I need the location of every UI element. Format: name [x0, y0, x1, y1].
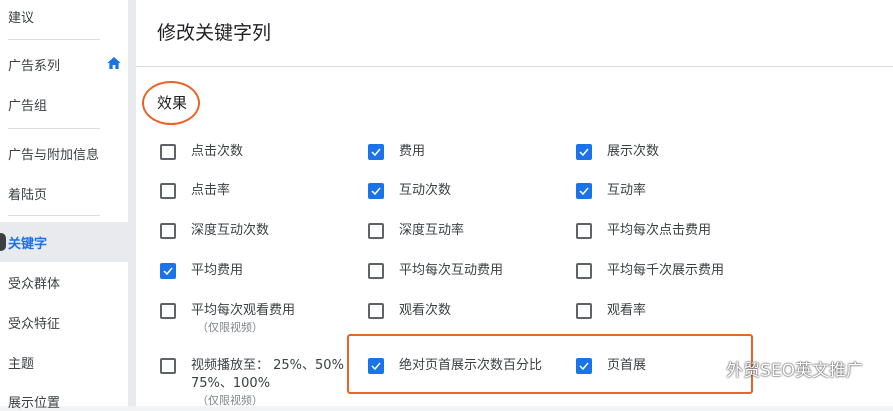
option-label: 点击率: [191, 183, 231, 198]
sidebar-item-demographics[interactable]: 受众特征: [8, 313, 60, 332]
sidebar: 建议 广告系列 广告组 广告与附加信息 着陆页 关键字 受众群体 受众特征 主题…: [0, 0, 129, 411]
option-label: 费用: [399, 144, 426, 159]
option-label: 深度互动率: [399, 223, 465, 238]
section-title: 效果: [157, 94, 188, 112]
checkbox[interactable]: [368, 303, 384, 319]
option-label: 平均费用: [191, 263, 244, 278]
sidebar-item-keywords[interactable]: 关键字: [8, 233, 47, 252]
checkbox[interactable]: [160, 144, 176, 160]
checkbox[interactable]: [160, 303, 176, 319]
option-interactions[interactable]: 互动次数: [368, 183, 451, 200]
option-avg-cpv[interactable]: 平均每次观看费用 （仅限视频）: [160, 303, 295, 335]
wechat-icon: [698, 359, 722, 378]
checkbox-checked[interactable]: [576, 183, 592, 199]
sidebar-item-campaigns[interactable]: 广告系列: [8, 55, 60, 74]
option-ctr[interactable]: 点击率: [160, 183, 230, 200]
option-avg-cpe[interactable]: 平均每次互动费用: [368, 263, 503, 280]
option-label: 页首展: [607, 358, 647, 373]
check-icon: [579, 187, 589, 196]
option-clicks[interactable]: 点击次数: [160, 144, 243, 161]
check-icon: [371, 148, 381, 157]
checkbox-checked[interactable]: [576, 144, 592, 160]
check-icon: [371, 187, 381, 196]
option-engagement-rate[interactable]: 深度互动率: [368, 223, 464, 240]
option-views[interactable]: 观看次数: [368, 303, 451, 320]
option-label: 平均每次点击费用: [607, 223, 712, 238]
option-impressions[interactable]: 展示次数: [576, 144, 659, 161]
check-icon: [579, 148, 589, 157]
sidebar-item-ad-groups[interactable]: 广告组: [8, 95, 47, 114]
home-icon[interactable]: [106, 55, 122, 71]
sidebar-divider: [8, 128, 100, 129]
checkbox[interactable]: [160, 358, 176, 374]
sidebar-divider: [8, 39, 100, 40]
option-label: 平均每次观看费用 （仅限视频）: [191, 302, 295, 335]
option-video-played-to[interactable]: 视频播放至： 25%、50% 75%、100% （仅限视频）: [160, 358, 344, 408]
checkbox[interactable]: [160, 223, 176, 239]
check-icon: [163, 267, 173, 276]
option-label: 观看率: [607, 303, 647, 318]
option-label: 平均每千次展示费用: [607, 263, 725, 278]
option-label-text-line2: 75%、100%: [191, 376, 271, 391]
checkbox[interactable]: [368, 223, 384, 239]
option-label: 互动次数: [399, 183, 452, 198]
edit-columns-panel: 修改关键字列 效果 点击次数 费用 展示次数 点击率 互动次数 互动率 深度互动…: [136, 0, 893, 408]
check-icon: [371, 362, 381, 371]
checkbox-checked[interactable]: [160, 263, 176, 279]
option-sublabel: （仅限视频）: [197, 321, 263, 334]
sidebar-item-landing-pages[interactable]: 着陆页: [8, 184, 47, 203]
checkbox[interactable]: [576, 263, 592, 279]
panel-gutter: [128, 0, 136, 406]
option-cost[interactable]: 费用: [368, 144, 425, 161]
option-abs-top-impression-pct[interactable]: 绝对页首展示次数百分比: [368, 358, 542, 375]
option-label: 观看次数: [399, 303, 452, 318]
checkbox[interactable]: [160, 183, 176, 199]
panel-title: 修改关键字列: [157, 22, 272, 44]
watermark-text: 外贸SEO英文推广: [726, 361, 863, 381]
sidebar-item-topics[interactable]: 主题: [8, 353, 34, 372]
checkbox-checked[interactable]: [368, 183, 384, 199]
option-top-impression-pct[interactable]: 页首展: [576, 358, 646, 375]
sidebar-item-audiences[interactable]: 受众群体: [8, 273, 60, 292]
option-engagements[interactable]: 深度互动次数: [160, 223, 269, 240]
option-label: 平均每次互动费用: [399, 263, 504, 278]
option-label-text: 视频播放至： 25%、50%: [191, 358, 344, 373]
checkbox[interactable]: [576, 223, 592, 239]
sidebar-item-ads-extensions[interactable]: 广告与附加信息: [8, 144, 99, 163]
checkbox[interactable]: [368, 263, 384, 279]
option-label: 绝对页首展示次数百分比: [399, 358, 543, 373]
checkbox[interactable]: [576, 303, 592, 319]
checkbox-checked[interactable]: [368, 358, 384, 374]
option-avg-cpc[interactable]: 平均每次点击费用: [576, 223, 711, 240]
check-icon: [579, 362, 589, 371]
option-label: 视频播放至： 25%、50% 75%、100% （仅限视频）: [191, 357, 344, 408]
option-view-rate[interactable]: 观看率: [576, 303, 646, 320]
checkbox-checked[interactable]: [368, 144, 384, 160]
option-label: 互动率: [607, 183, 647, 198]
checkbox-checked[interactable]: [576, 358, 592, 374]
sidebar-active-marker: [0, 233, 6, 251]
option-avg-cpm[interactable]: 平均每千次展示费用: [576, 263, 724, 280]
option-avg-cost[interactable]: 平均费用: [160, 263, 243, 280]
option-label: 点击次数: [191, 144, 244, 159]
panel-divider: [136, 66, 893, 67]
watermark: 外贸SEO英文推广: [698, 356, 863, 381]
sidebar-divider: [8, 215, 100, 216]
sidebar-item-placements[interactable]: 展示位置: [8, 392, 60, 411]
sidebar-item-suggestions[interactable]: 建议: [8, 7, 34, 26]
option-label-text: 平均每次观看费用: [191, 303, 296, 318]
option-interaction-rate[interactable]: 互动率: [576, 183, 646, 200]
option-label: 深度互动次数: [191, 223, 270, 238]
option-label: 展示次数: [607, 144, 660, 159]
